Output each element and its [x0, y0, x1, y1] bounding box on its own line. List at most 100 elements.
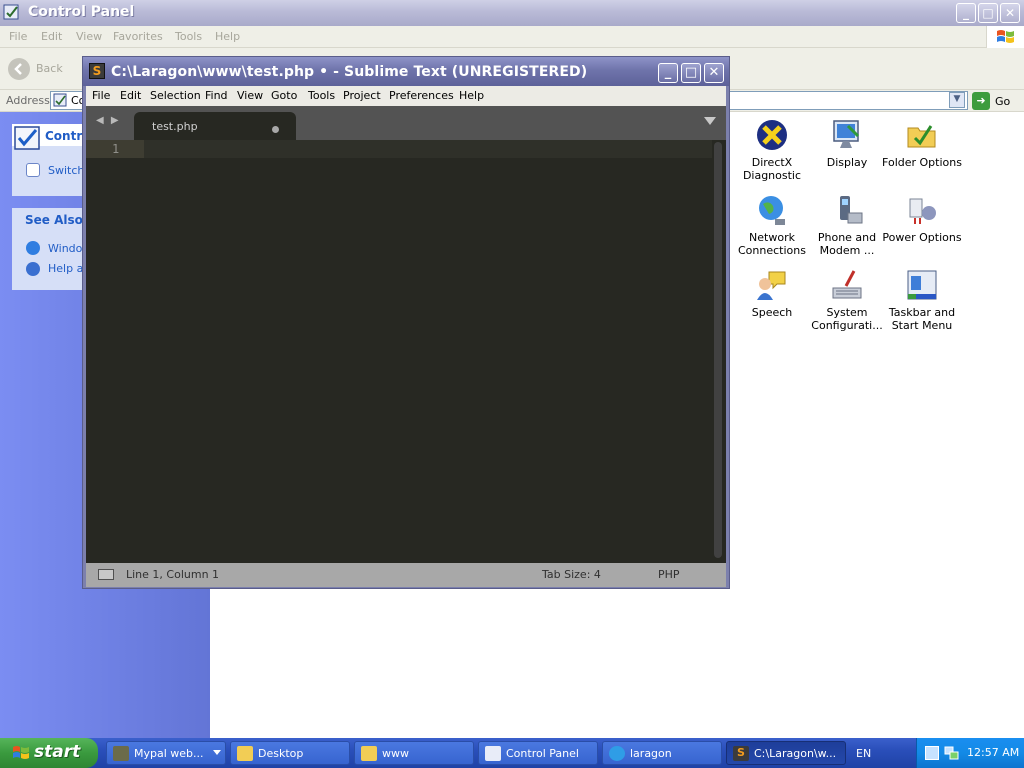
st-menu-find[interactable]: Find — [205, 89, 228, 102]
tab-dropdown-icon[interactable] — [704, 117, 716, 125]
speech-icon — [757, 271, 786, 300]
control-panel-icon — [53, 93, 67, 107]
speech-item[interactable]: Speech — [732, 268, 812, 319]
taskbar-button-www[interactable]: www — [354, 741, 474, 765]
system-config-item[interactable]: System Configurati... — [807, 268, 887, 332]
syntax-indicator[interactable]: PHP — [658, 568, 680, 581]
st-titlebar[interactable]: S C:\Laragon\www\test.php • - Sublime Te… — [83, 57, 729, 86]
taskbar-button-sublime[interactable]: S C:\Laragon\w... — [726, 741, 846, 765]
phone-modem-icon — [840, 196, 863, 224]
taskbar-start-menu-item[interactable]: Taskbar and Start Menu — [882, 268, 962, 332]
taskbar-button-mypal[interactable]: Mypal web... — [106, 741, 226, 765]
st-statusbar: Line 1, Column 1 Tab Size: 4 PHP — [86, 563, 726, 587]
taskbar-button-label: Mypal web... — [134, 747, 204, 760]
folder-options-icon — [907, 125, 936, 148]
icon-label: Speech — [751, 306, 793, 319]
cp-menu-tools[interactable]: Tools — [175, 30, 202, 43]
power-options-icon — [909, 198, 936, 224]
icon-label: System Configurati... — [811, 306, 883, 332]
clock[interactable]: 12:57 AM — [967, 746, 1019, 759]
display-item[interactable]: Display — [807, 118, 887, 169]
taskbar-button-label: Control Panel — [506, 747, 579, 760]
directx-icon — [757, 120, 787, 150]
st-menu-preferences[interactable]: Preferences — [389, 89, 454, 102]
st-window-title: C:\Laragon\www\test.php • - Sublime Text… — [111, 64, 588, 80]
icon-label: Phone and Modem ... — [817, 231, 877, 257]
windows-logo-icon — [986, 26, 1024, 48]
st-menu-edit[interactable]: Edit — [120, 89, 141, 102]
taskbar-button-label: www — [382, 747, 409, 760]
line-number: 1 — [112, 142, 120, 156]
st-editor[interactable]: 1 — [86, 140, 726, 563]
cp-menu-view[interactable]: View — [76, 30, 102, 43]
current-line-highlight[interactable] — [144, 140, 712, 158]
panel-toggle-icon[interactable] — [98, 569, 114, 580]
st-menu-project[interactable]: Project — [343, 89, 381, 102]
st-menu-file[interactable]: File — [92, 89, 110, 102]
sublime-icon: S — [733, 746, 749, 761]
icon-label: Taskbar and Start Menu — [888, 306, 956, 332]
go-button[interactable]: ➜ Go — [972, 92, 1020, 110]
cp-menubar: File Edit View Favorites Tools Help — [0, 26, 1024, 48]
start-label: start — [34, 742, 81, 762]
network-connections-icon — [759, 196, 785, 225]
address-dropdown-button[interactable]: ▼ — [949, 92, 965, 108]
tray-network-icon[interactable] — [943, 745, 959, 761]
cp-menu-edit[interactable]: Edit — [41, 30, 62, 43]
control-panel-icon — [3, 4, 19, 20]
mypal-icon — [113, 746, 129, 761]
folder-icon — [361, 746, 377, 761]
switch-view-icon — [26, 163, 40, 177]
st-minimize-button[interactable]: _ — [658, 63, 678, 83]
chevron-down-icon — [213, 750, 221, 755]
address-label: Address — [6, 94, 50, 107]
network-connections-item[interactable]: Network Connections — [732, 193, 812, 257]
taskbar-button-laragon[interactable]: laragon — [602, 741, 722, 765]
folder-icon — [237, 746, 253, 761]
st-menu-selection[interactable]: Selection — [150, 89, 201, 102]
sublime-app-icon: S — [89, 63, 105, 79]
back-arrow-icon[interactable] — [8, 58, 30, 80]
directx-diagnostic-item[interactable]: DirectX Diagnostic — [732, 118, 812, 182]
taskbar-button-desktop[interactable]: Desktop — [230, 741, 350, 765]
taskbar-button-control-panel[interactable]: Control Panel — [478, 741, 598, 765]
taskbar-button-label: Desktop — [258, 747, 304, 760]
icon-label: DirectX Diagnostic — [742, 156, 802, 182]
unsaved-dot-icon[interactable] — [272, 126, 279, 133]
start-button[interactable]: start — [0, 738, 98, 768]
control-panel-icon — [485, 746, 501, 761]
system-tray: 12:57 AM — [916, 738, 1024, 768]
tab-nav-arrows-icon[interactable]: ◀ ▶ — [96, 115, 121, 126]
st-menu-help[interactable]: Help — [459, 89, 484, 102]
cp-window-title: Control Panel — [28, 4, 135, 20]
language-indicator[interactable]: EN — [856, 747, 871, 760]
st-maximize-button[interactable]: □ — [681, 63, 701, 83]
go-label: Go — [995, 95, 1011, 108]
icon-label: Power Options — [882, 231, 962, 244]
cp-close-button[interactable]: ✕ — [1000, 3, 1020, 23]
st-menu-view[interactable]: View — [237, 89, 263, 102]
st-menu-goto[interactable]: Goto — [271, 89, 297, 102]
cp-minimize-button[interactable]: _ — [956, 3, 976, 23]
st-close-button[interactable]: ✕ — [704, 63, 724, 83]
cp-menu-help[interactable]: Help — [215, 30, 240, 43]
power-options-item[interactable]: Power Options — [882, 193, 962, 244]
st-menu-tools[interactable]: Tools — [308, 89, 335, 102]
cp-menu-favorites[interactable]: Favorites — [113, 30, 163, 43]
go-arrow-icon: ➜ — [972, 92, 990, 110]
cp-titlebar[interactable]: Control Panel _ □ ✕ — [0, 0, 1024, 26]
st-menubar: File Edit Selection Find View Goto Tools… — [86, 86, 726, 106]
editor-scrollbar[interactable] — [714, 142, 722, 558]
tray-window-icon[interactable] — [925, 746, 939, 760]
folder-options-item[interactable]: Folder Options — [882, 118, 962, 169]
cp-maximize-button[interactable]: □ — [978, 3, 998, 23]
phone-modem-item[interactable]: Phone and Modem ... — [807, 193, 887, 257]
cp-menu-file[interactable]: File — [9, 30, 27, 43]
tab-size-indicator[interactable]: Tab Size: 4 — [542, 568, 601, 581]
switch-view-link[interactable]: Switch — [48, 164, 84, 177]
tab-test-php[interactable]: test.php — [134, 112, 296, 140]
display-icon — [833, 120, 860, 148]
cursor-position: Line 1, Column 1 — [126, 568, 220, 581]
back-button-label[interactable]: Back — [36, 62, 63, 75]
icon-label: Folder Options — [882, 156, 962, 169]
